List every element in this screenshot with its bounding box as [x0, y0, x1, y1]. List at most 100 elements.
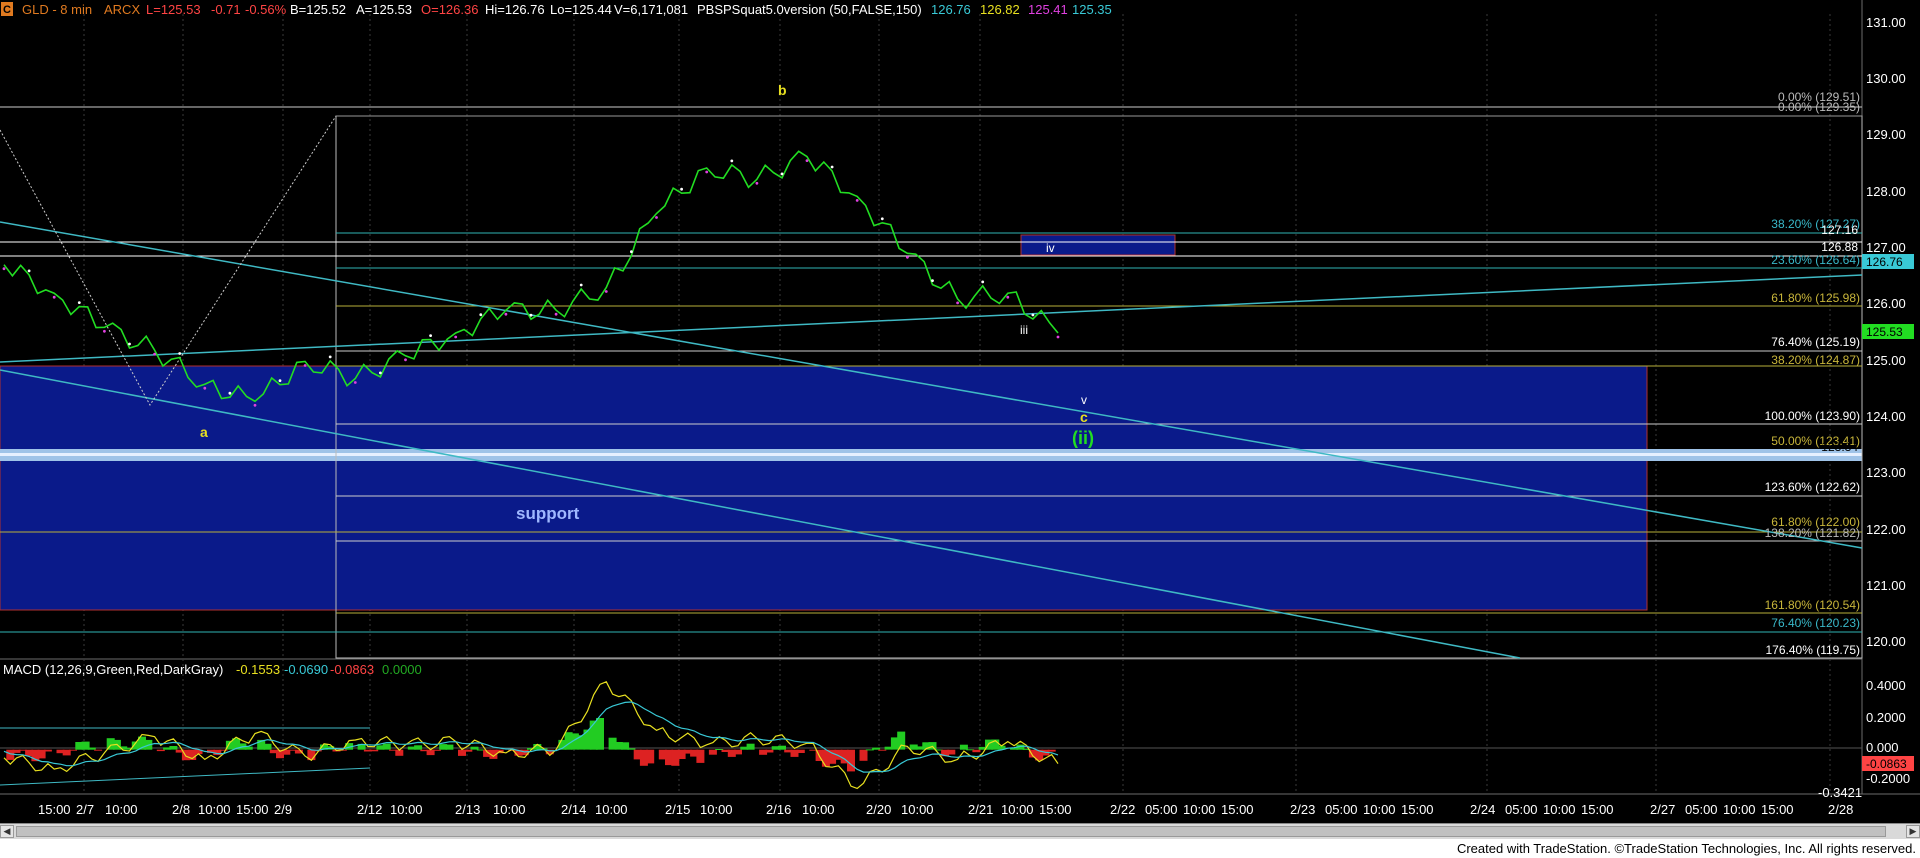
macd-bar [796, 749, 805, 753]
wave-label-a: a [200, 424, 208, 440]
time-tick: 15:00 [1039, 802, 1072, 817]
price-marker [855, 199, 859, 202]
price-marker [730, 159, 734, 163]
macd-bar [778, 745, 786, 750]
price-marker [203, 386, 207, 390]
price-tick: 122.00 [1866, 522, 1906, 537]
macd-bar [69, 749, 77, 751]
price-marker [931, 279, 934, 282]
support-zone [0, 365, 1648, 611]
time-tick: 10:00 [595, 802, 628, 817]
header-volume: V=6,171,081 [614, 2, 688, 17]
price-marker [1006, 295, 1010, 299]
fib-label: 61.80% (125.98) [1771, 291, 1860, 305]
price-tag-last: 125.53 [1866, 325, 1903, 339]
price-marker [680, 187, 683, 191]
header-ask: A=125.53 [356, 2, 412, 17]
macd-bar [847, 749, 855, 772]
macd-bar [432, 749, 441, 751]
time-axis: 15:00 2/7 10:00 2/8 10:00 15:00 2/9 2/12… [38, 802, 1853, 817]
macd-bar [859, 749, 868, 761]
time-tick: 10:00 [105, 802, 138, 817]
macd-trendline [0, 767, 371, 786]
macd-bar [156, 749, 165, 752]
wave-label-iv: iv [1046, 241, 1055, 255]
price-marker [981, 280, 985, 284]
fib-label: 138.20% (121.82) [1765, 526, 1860, 540]
time-tick: 2/21 [968, 802, 993, 817]
price-marker [579, 283, 583, 287]
header-indicator: PBSPSquat5.0version (50,FALSE,150) [697, 2, 922, 17]
price-marker [830, 165, 834, 169]
header-indicator-value: 125.41 [1028, 2, 1068, 17]
macd-bar [746, 743, 755, 750]
price-marker [479, 313, 483, 317]
scroll-thumb[interactable] [16, 826, 1886, 837]
macd-bar [627, 748, 636, 750]
price-marker [2, 267, 6, 271]
header-open: O=126.36 [421, 2, 478, 17]
time-tick: 2/16 [766, 802, 791, 817]
support-zone-band-core [0, 453, 1862, 456]
macd-bar [169, 746, 178, 750]
time-tick: 2/9 [274, 802, 292, 817]
price-tick: 131.00 [1866, 15, 1906, 30]
price-marker [655, 216, 658, 219]
price-marker [303, 364, 307, 367]
header-percent: -0.56% [245, 2, 287, 17]
time-tick: 2/13 [455, 802, 480, 817]
price-marker [604, 290, 608, 293]
time-tick: 2/27 [1650, 802, 1675, 817]
price-marker [880, 217, 884, 221]
wave-label-v: v [1081, 393, 1087, 407]
macd-bar [734, 749, 742, 755]
macd-bar [765, 749, 774, 753]
footer-credit: Created with TradeStation. ©TradeStation… [1456, 841, 1916, 856]
time-tick: 15:00 [1401, 802, 1434, 817]
header-change: -0.71 [211, 2, 241, 17]
time-tick: 10:00 [1183, 802, 1216, 817]
price-marker [780, 172, 784, 176]
price-marker [906, 255, 909, 259]
scroll-right-icon[interactable]: ▶ [1906, 825, 1920, 838]
scroll-left-icon[interactable]: ◀ [0, 825, 14, 838]
price-tick: 123.00 [1866, 465, 1906, 480]
macd-value: 0.0000 [382, 662, 422, 677]
price-marker [956, 301, 959, 305]
support-label: support [516, 504, 580, 523]
time-tick: 15:00 [1221, 802, 1254, 817]
chart-canvas[interactable]: a b iii iv v c (ii) support 0.00% (129.5… [0, 0, 1920, 823]
macd-bar [43, 749, 52, 752]
price-marker [1056, 335, 1060, 339]
price-tick: 120.00 [1866, 634, 1906, 649]
time-tick: 2/14 [561, 802, 586, 817]
macd-bar [596, 718, 604, 750]
time-tick: 2/22 [1110, 802, 1135, 817]
macd-bar [696, 749, 705, 763]
price-tag-support: 123.34 [1821, 440, 1858, 454]
price-marker [77, 301, 81, 304]
time-tick: 2/15 [665, 802, 690, 817]
price-marker [153, 352, 157, 356]
price-marker [52, 295, 56, 299]
fib-label: 76.40% (120.23) [1771, 616, 1860, 630]
price-marker [705, 170, 709, 174]
resistance-box [1020, 234, 1176, 256]
macd-bar [1047, 749, 1056, 752]
macd-bar [470, 746, 479, 750]
wave-label-b: b [778, 82, 787, 98]
time-tick: 2/20 [866, 802, 891, 817]
macd-tick: 0.2000 [1866, 710, 1906, 725]
horizontal-scrollbar[interactable]: ◀ ▶ [0, 823, 1920, 840]
fib-label: 176.40% (119.75) [1765, 643, 1860, 657]
macd-axis: 0.4000 0.2000 0.000 -0.2000 -0.3421 [1818, 678, 1910, 800]
price-marker [178, 352, 182, 355]
header-exchange: ARCX [104, 2, 140, 17]
price-marker [429, 334, 432, 337]
macd-bar [87, 747, 96, 750]
time-tick: 2/28 [1828, 802, 1853, 817]
header-last: L=125.53 [146, 2, 201, 17]
chart-header: GLD - 8 min ARCX L=125.53 -0.71 -0.56% B… [22, 2, 1112, 17]
price-marker [253, 403, 257, 407]
time-tick: 2/7 [76, 802, 94, 817]
